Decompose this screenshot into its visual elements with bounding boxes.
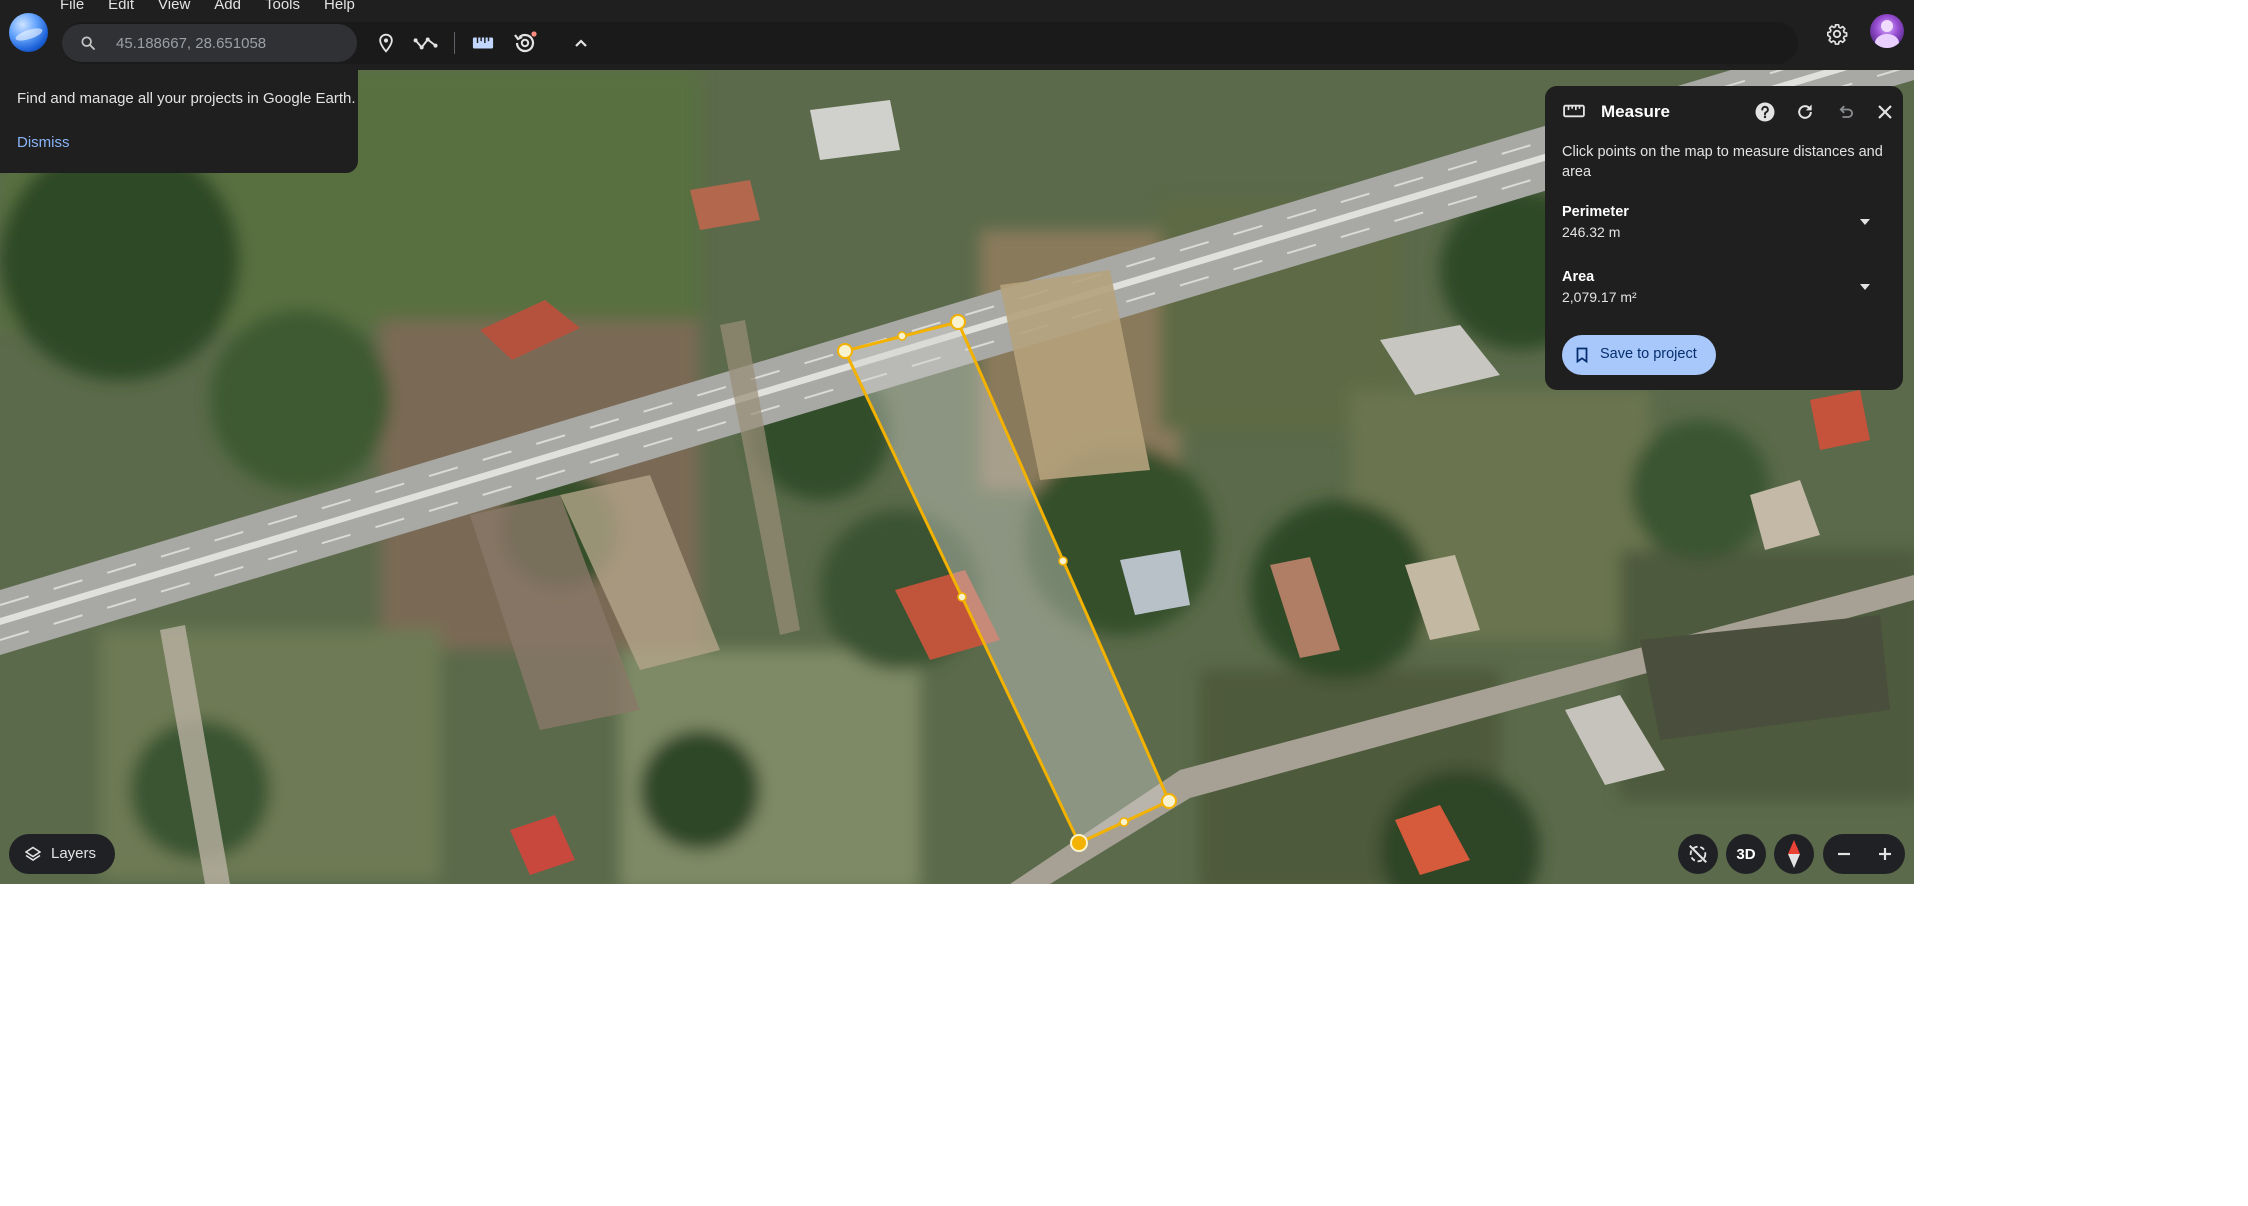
collapse-icon — [575, 39, 587, 47]
layers-button[interactable]: Layers — [9, 834, 115, 874]
3d-label: 3D — [1736, 845, 1756, 863]
compass-button[interactable] — [1774, 834, 1814, 874]
measure-button[interactable] — [469, 29, 497, 57]
undo-icon — [1839, 105, 1853, 118]
tilt-off-icon — [1689, 845, 1707, 863]
vertex-handle[interactable] — [1161, 793, 1177, 809]
midpoint-handle[interactable] — [1058, 556, 1068, 566]
measured-area[interactable] — [842, 320, 1171, 845]
search-icon — [81, 36, 95, 50]
google-earth-app: File Edit View Add Tools Help 45.188667,… — [0, 0, 1914, 884]
vertex-handle[interactable] — [950, 314, 966, 330]
menu-view[interactable]: View — [158, 0, 190, 17]
menu-add[interactable]: Add — [214, 0, 241, 17]
zoom-out-button[interactable] — [1823, 834, 1864, 874]
ruler-icon — [1563, 104, 1585, 118]
measure-panel: Measure Click points on the map to measu… — [1545, 86, 1903, 390]
account-avatar[interactable] — [1870, 14, 1904, 48]
midpoint-handle[interactable] — [897, 331, 907, 341]
area-label: Area — [1562, 269, 1595, 285]
midpoint-handle[interactable] — [1119, 817, 1129, 827]
3d-toggle-button[interactable]: 3D — [1726, 834, 1766, 874]
google-earth-logo[interactable] — [9, 13, 48, 52]
settings-button[interactable] — [1820, 17, 1854, 51]
history-icon — [514, 31, 537, 53]
midpoint-handle[interactable] — [957, 592, 967, 602]
search-input[interactable] — [116, 24, 346, 62]
add-path-button[interactable] — [412, 29, 440, 57]
perimeter-label: Perimeter — [1562, 204, 1629, 220]
close-icon — [1878, 105, 1892, 119]
ruler-icon — [472, 37, 494, 49]
top-header: File Edit View Add Tools Help — [0, 0, 1914, 70]
menu-file[interactable]: File — [60, 0, 84, 17]
vertex-handle[interactable] — [837, 343, 853, 359]
zoom-controls — [1823, 834, 1905, 874]
add-placemark-button[interactable] — [372, 29, 400, 57]
layers-label: Layers — [51, 845, 97, 862]
search-box[interactable] — [62, 24, 357, 62]
tip-text: Find and manage all your projects in Goo… — [17, 90, 356, 107]
help-button[interactable] — [1753, 100, 1777, 124]
zoom-in-button[interactable] — [1864, 834, 1905, 874]
undo-button[interactable] — [1833, 100, 1857, 124]
measure-title: Measure — [1601, 102, 1670, 121]
bookmark-icon — [1576, 347, 1588, 363]
refresh-icon — [1798, 104, 1812, 119]
dismiss-link[interactable]: Dismiss — [17, 134, 70, 151]
reset-button[interactable] — [1793, 100, 1817, 124]
placemark-icon — [379, 33, 393, 53]
caret-down-icon — [1860, 219, 1870, 225]
save-to-project-button[interactable]: Save to project — [1562, 335, 1716, 375]
save-to-project-label: Save to project — [1600, 346, 1697, 362]
perimeter-value: 246.32 m — [1562, 224, 1621, 240]
help-icon — [1755, 102, 1775, 122]
path-icon — [413, 37, 438, 50]
measure-instructions: Click points on the map to measure dista… — [1562, 144, 1883, 180]
area-value: 2,079.17 m² — [1562, 289, 1637, 305]
close-button[interactable] — [1873, 100, 1897, 124]
plus-icon — [1878, 848, 1891, 860]
layers-icon — [25, 846, 41, 861]
caret-down-icon — [1860, 284, 1870, 290]
compass-icon — [1788, 840, 1800, 868]
menu-help[interactable]: Help — [324, 0, 355, 17]
vertex-handle[interactable] — [1070, 834, 1088, 852]
minus-icon — [1837, 852, 1850, 856]
area-unit-dropdown[interactable] — [1855, 277, 1875, 297]
collapse-toolbar-button[interactable] — [567, 29, 595, 57]
menu-bar: File Edit View Add Tools Help — [60, 0, 379, 17]
menu-tools[interactable]: Tools — [265, 0, 300, 17]
menu-edit[interactable]: Edit — [108, 0, 134, 17]
toolbar-separator — [454, 32, 455, 54]
tilt-toggle-button[interactable] — [1678, 834, 1718, 874]
perimeter-unit-dropdown[interactable] — [1855, 212, 1875, 232]
projects-tip: Find and manage all your projects in Goo… — [0, 70, 358, 173]
historical-imagery-button[interactable] — [511, 29, 539, 57]
gear-icon — [1827, 24, 1848, 45]
